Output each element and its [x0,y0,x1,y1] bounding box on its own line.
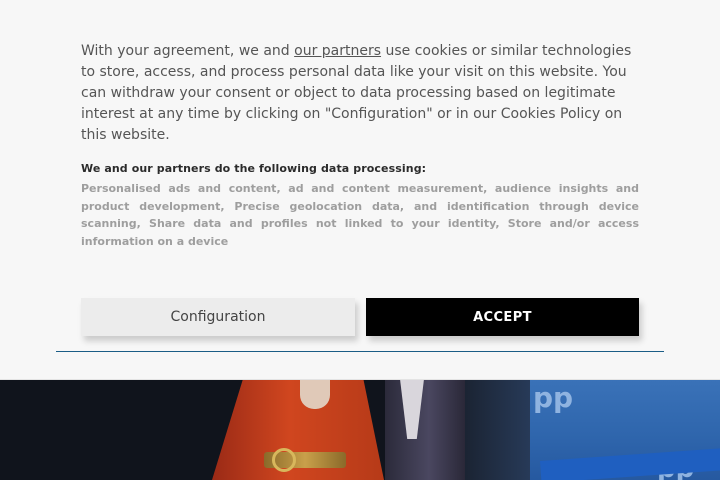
backdrop-shadow [460,379,530,480]
consent-intro-text: With your agreement, we and our partners… [81,41,641,146]
svg-text:pp: pp [533,381,573,414]
our-partners-link[interactable]: our partners [294,43,381,59]
intro-text-start: With your agreement, we and [81,43,295,59]
person-neck [300,379,330,409]
data-processing-list: Personalised ads and content, ad and con… [81,182,639,248]
cookie-consent-content: With your agreement, we and our partners… [56,0,664,352]
pp-logo-icon: pp [533,381,573,414]
cookie-consent-banner: With your agreement, we and our partners… [0,0,720,379]
accept-button[interactable]: ACCEPT [366,298,639,336]
belt-buckle [272,448,296,472]
configuration-button[interactable]: Configuration [81,298,355,336]
dark-suit [385,379,465,480]
data-processing-heading: We and our partners do the following dat… [81,162,427,175]
